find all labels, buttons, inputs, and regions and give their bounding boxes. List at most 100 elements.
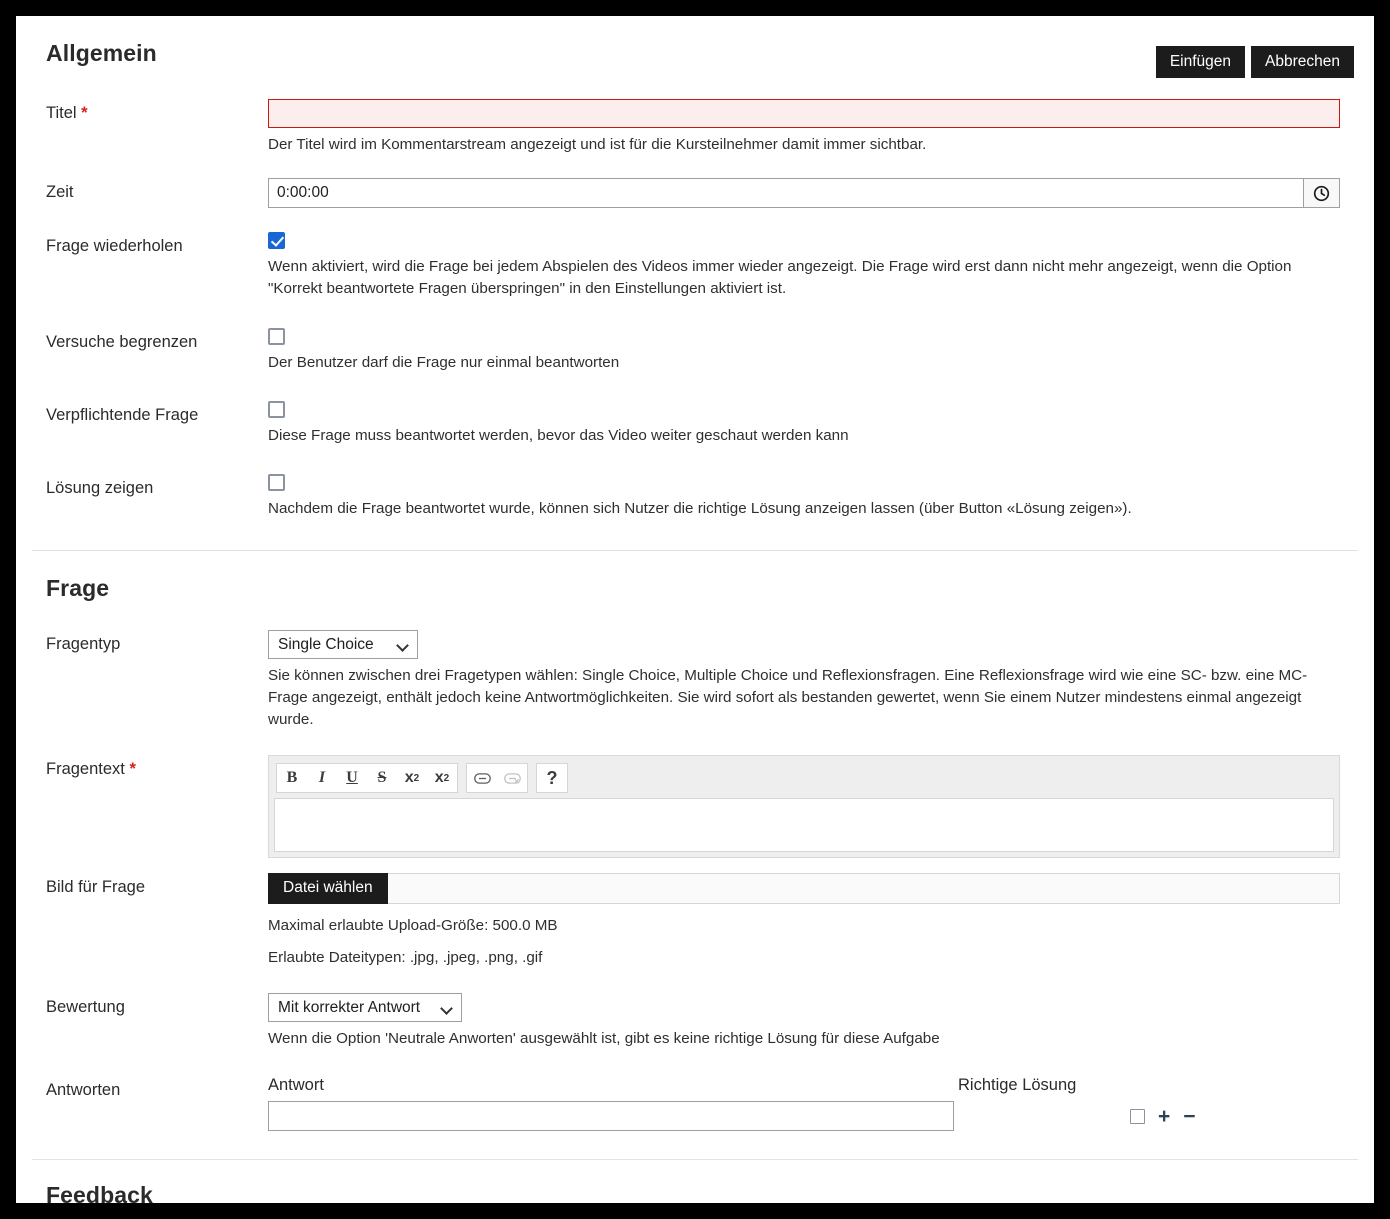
- row-fragentyp: Fragentyp Single Choice Sie können zwisc…: [32, 630, 1358, 731]
- row-verpflichtende-frage: Verpflichtende Frage Diese Frage muss be…: [32, 401, 1358, 447]
- label-antworten: Antworten: [46, 1081, 121, 1100]
- label-zeit: Zeit: [46, 183, 74, 202]
- label-loesung-zeigen: Lösung zeigen: [46, 479, 154, 498]
- superscript-icon[interactable]: x2: [427, 764, 457, 792]
- label-versuche-begrenzen: Versuche begrenzen: [46, 333, 198, 352]
- fragentyp-select-wrap: Single Choice: [268, 630, 418, 660]
- clock-icon-button[interactable]: [1303, 178, 1340, 209]
- fragentext-textarea[interactable]: [274, 798, 1334, 853]
- answers-col-correct-title: Richtige Lösung: [958, 1076, 1077, 1095]
- answers-header: Antwort Richtige Lösung: [268, 1076, 1340, 1101]
- fragentext-toolbar: B I U S x2 x2 ?: [274, 761, 1334, 798]
- checkbox-verpflichtende-frage[interactable]: [268, 401, 285, 419]
- link-icon[interactable]: [467, 764, 497, 792]
- file-upload-row: Datei wählen: [268, 873, 1340, 905]
- superscript-exp: 2: [443, 772, 450, 784]
- fragentyp-select[interactable]: Single Choice: [268, 630, 418, 660]
- label-titel: Titel *: [46, 99, 268, 124]
- bewertung-select[interactable]: Mit korrekter Antwort: [268, 993, 462, 1023]
- section-feedback: Feedback Feedback richtige Ant- B I U S …: [16, 1160, 1374, 1203]
- help-fragentyp: Sie können zwischen drei Fragetypen wähl…: [268, 667, 1308, 729]
- toolbar-group-link: [466, 763, 528, 794]
- zeit-input-group: [268, 178, 1340, 209]
- field-frage-wiederholen: Wenn aktiviert, wird die Frage bei jedem…: [268, 232, 1358, 300]
- fragentext-editor: B I U S x2 x2 ?: [268, 755, 1340, 859]
- field-antworten: Antwort Richtige Lösung + −: [268, 1076, 1358, 1132]
- field-versuche-begrenzen: Der Benutzer darf die Frage nur einmal b…: [268, 328, 1358, 374]
- answer-text-input[interactable]: [268, 1101, 954, 1132]
- help-max-upload-size: Maximal erlaubte Upload-Größe: 500.0 MB: [268, 917, 558, 935]
- help-allowed-filetypes: Erlaubte Dateitypen: .jpg, .jpeg, .png, …: [268, 949, 543, 967]
- row-loesung-zeigen: Lösung zeigen Nachdem die Frage beantwor…: [32, 474, 1358, 520]
- field-zeit: [268, 178, 1358, 209]
- toolbar-group-help: ?: [536, 763, 568, 794]
- superscript-base: x: [434, 769, 444, 787]
- help-titel: Der Titel wird im Kommentarstream angeze…: [268, 136, 927, 153]
- help-icon[interactable]: ?: [537, 764, 567, 792]
- answer-row: + −: [268, 1101, 1340, 1132]
- checkbox-loesung-zeigen[interactable]: [268, 474, 285, 492]
- app-window: Einfügen Abbrechen Allgemein Titel * Der…: [0, 0, 1390, 1219]
- label-verpflichtende-frage: Verpflichtende Frage: [46, 406, 199, 425]
- label-titel-text: Titel: [46, 104, 77, 122]
- label-bild-fuer-frage: Bild für Frage: [46, 878, 146, 897]
- insert-button[interactable]: Einfügen: [1155, 46, 1246, 79]
- help-verpflichtende-frage: Diese Frage muss beantwortet werden, bev…: [268, 427, 849, 445]
- unlink-icon[interactable]: [497, 764, 527, 792]
- titel-input[interactable]: [268, 99, 1340, 128]
- file-name-display: [387, 873, 1340, 905]
- bold-icon[interactable]: B: [277, 764, 307, 792]
- checkbox-frage-wiederholen[interactable]: [268, 232, 285, 250]
- clock-icon: [1313, 185, 1330, 202]
- underline-icon[interactable]: U: [337, 764, 367, 792]
- field-titel: Der Titel wird im Kommentarstream angeze…: [268, 99, 1358, 156]
- section-allgemein: Allgemein Titel * Der Titel wird im Komm…: [16, 16, 1374, 552]
- section-title-frage: Frage: [46, 575, 110, 602]
- form-actions: Einfügen Abbrechen: [1155, 46, 1354, 79]
- add-answer-button[interactable]: +: [1158, 1106, 1170, 1127]
- row-zeit: Zeit: [32, 178, 1358, 209]
- field-bild-fuer-frage: Datei wählen Maximal erlaubte Upload-Grö…: [268, 873, 1358, 969]
- label-fragentext: Fragentext *: [46, 755, 268, 780]
- field-verpflichtende-frage: Diese Frage muss beantwortet werden, bev…: [268, 401, 1358, 447]
- field-fragentext: B I U S x2 x2 ?: [268, 755, 1358, 859]
- question-editor-page: Einfügen Abbrechen Allgemein Titel * Der…: [16, 16, 1374, 1203]
- label-frage-wiederholen: Frage wiederholen: [46, 237, 183, 256]
- field-fragentyp: Single Choice Sie können zwischen drei F…: [268, 630, 1358, 731]
- section-frage: Frage Fragentyp Single Choice Sie können…: [16, 551, 1374, 1161]
- label-bewertung: Bewertung: [46, 998, 125, 1017]
- subscript-icon[interactable]: x2: [397, 764, 427, 792]
- checkbox-versuche-begrenzen[interactable]: [268, 328, 285, 346]
- label-fragentyp: Fragentyp: [46, 635, 121, 654]
- row-bewertung: Bewertung Mit korrekter Antwort Wenn die…: [32, 993, 1358, 1050]
- choose-file-button[interactable]: Datei wählen: [268, 873, 388, 905]
- row-fragentext: Fragentext * B I U S x2 x 2 ?: [32, 755, 1358, 859]
- field-loesung-zeigen: Nachdem die Frage beantwortet wurde, kön…: [268, 474, 1358, 520]
- answer-input-cell: [268, 1101, 954, 1132]
- bewertung-select-wrap: Mit korrekter Antwort: [268, 993, 462, 1023]
- italic-icon[interactable]: I: [307, 764, 337, 792]
- zeit-input[interactable]: [268, 178, 1304, 209]
- cancel-button[interactable]: Abbrechen: [1251, 46, 1354, 79]
- answers-col-answer-title: Antwort: [268, 1076, 324, 1095]
- field-bewertung: Mit korrekter Antwort Wenn die Option 'N…: [268, 993, 1358, 1050]
- row-frage-wiederholen: Frage wiederholen Wenn aktiviert, wird d…: [32, 232, 1358, 300]
- toolbar-group-format: B I U S x2 x2: [276, 763, 458, 794]
- help-frage-wiederholen: Wenn aktiviert, wird die Frage bei jedem…: [268, 258, 1292, 298]
- help-versuche-begrenzen: Der Benutzer darf die Frage nur einmal b…: [268, 354, 620, 372]
- row-bild-fuer-frage: Bild für Frage Datei wählen Maximal erla…: [32, 873, 1358, 969]
- answer-controls: + −: [1130, 1106, 1196, 1127]
- subscript-exp: 2: [413, 772, 420, 784]
- row-antworten: Antworten Antwort Richtige Lösung + −: [32, 1076, 1358, 1132]
- required-marker: *: [81, 104, 88, 122]
- help-bewertung: Wenn die Option 'Neutrale Anworten' ausg…: [268, 1030, 940, 1048]
- required-marker-fragentext: *: [129, 760, 136, 779]
- strikethrough-icon[interactable]: S: [367, 764, 397, 792]
- row-titel: Titel * Der Titel wird im Kommentarstrea…: [32, 99, 1358, 156]
- remove-answer-button[interactable]: −: [1183, 1106, 1195, 1127]
- checkbox-correct-answer[interactable]: [1130, 1108, 1145, 1124]
- label-fragentext-text: Fragentext: [46, 760, 125, 779]
- row-versuche-begrenzen: Versuche begrenzen Der Benutzer darf die…: [32, 328, 1358, 374]
- section-title-feedback: Feedback: [46, 1182, 153, 1203]
- subscript-base: x: [404, 769, 414, 787]
